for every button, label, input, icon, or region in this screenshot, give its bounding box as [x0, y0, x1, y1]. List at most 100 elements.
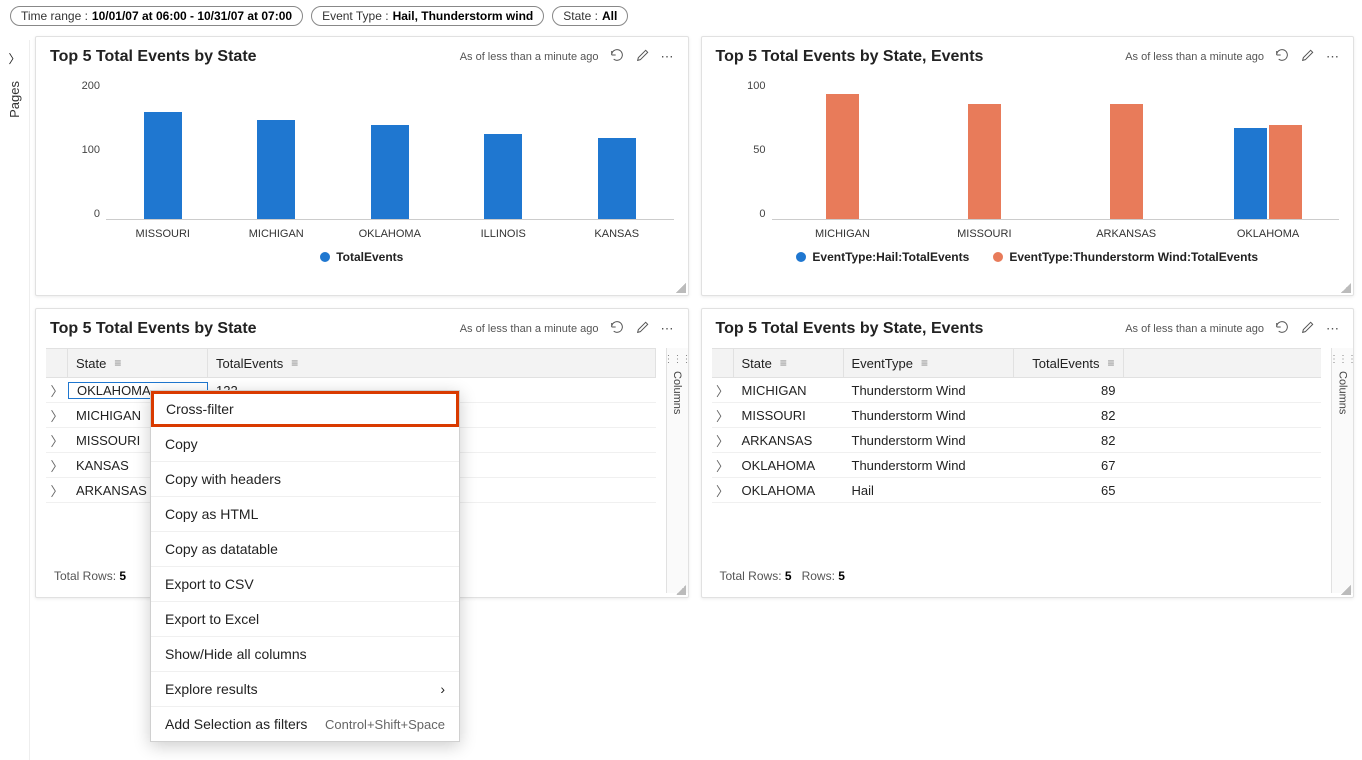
context-menu-item[interactable]: Copy as datatable	[151, 532, 459, 567]
edit-icon[interactable]	[635, 47, 651, 66]
filter-state[interactable]: State : All	[552, 6, 628, 26]
columns-strip[interactable]: ⋮⋮⋮ Columns	[1331, 348, 1353, 593]
legend-item[interactable]: TotalEvents	[320, 250, 403, 264]
bar[interactable]	[1234, 128, 1267, 219]
edit-icon[interactable]	[1300, 319, 1316, 338]
expand-icon[interactable]: 〉	[46, 381, 68, 400]
edit-icon[interactable]	[1300, 47, 1316, 66]
resize-handle[interactable]	[1341, 585, 1351, 595]
bar-group[interactable]	[807, 94, 877, 219]
xtick-label: MICHIGAN	[236, 228, 316, 240]
bar-group[interactable]	[128, 112, 198, 219]
footer-label: Total Rows:	[54, 569, 116, 583]
cell-totalevents: 89	[1014, 383, 1124, 398]
th-state[interactable]: State≡	[68, 349, 208, 377]
bar-group[interactable]	[355, 125, 425, 220]
bar-group[interactable]	[468, 134, 538, 219]
bar[interactable]	[257, 120, 295, 219]
expand-icon[interactable]: 〉	[46, 481, 68, 500]
bar-group[interactable]	[949, 104, 1019, 219]
column-menu-icon[interactable]: ≡	[114, 356, 121, 370]
more-icon[interactable]: ⋯	[1326, 49, 1339, 65]
expand-icon[interactable]: 〉	[712, 481, 734, 500]
refresh-icon[interactable]	[1274, 319, 1290, 338]
bar[interactable]	[144, 112, 182, 219]
chart-plot[interactable]	[106, 80, 674, 220]
expand-icon[interactable]: 〉	[46, 406, 68, 425]
table-row[interactable]: 〉MICHIGANThunderstorm Wind89	[712, 378, 1322, 403]
refresh-icon[interactable]	[1274, 47, 1290, 66]
bar[interactable]	[1110, 104, 1143, 219]
filter-time-range[interactable]: Time range : 10/01/07 at 06:00 - 10/31/0…	[10, 6, 303, 26]
context-menu-item[interactable]: Export to Excel	[151, 602, 459, 637]
expand-icon[interactable]: 〉	[712, 406, 734, 425]
bar[interactable]	[484, 134, 522, 219]
bar[interactable]	[826, 94, 859, 219]
legend-item[interactable]: EventType:Hail:TotalEvents	[796, 250, 969, 264]
bar[interactable]	[598, 138, 636, 219]
chart-plot[interactable]	[772, 80, 1340, 220]
ytick: 100	[736, 80, 766, 92]
filter-event-type[interactable]: Event Type : Hail, Thunderstorm wind	[311, 6, 544, 26]
xtick-label: OKLAHOMA	[350, 228, 430, 240]
expand-icon[interactable]: 〉	[46, 431, 68, 450]
table-row[interactable]: 〉MISSOURIThunderstorm Wind82	[712, 403, 1322, 428]
resize-handle[interactable]	[1341, 283, 1351, 293]
expand-icon[interactable]: 〉	[712, 431, 734, 450]
context-menu-item[interactable]: Add Selection as filtersControl+Shift+Sp…	[151, 707, 459, 741]
column-menu-icon[interactable]: ≡	[921, 356, 928, 370]
as-of-text: As of less than a minute ago	[1125, 323, 1264, 335]
context-menu-item[interactable]: Export to CSV	[151, 567, 459, 602]
th-state[interactable]: State≡	[734, 349, 844, 377]
filter-state-label: State :	[563, 9, 598, 23]
column-menu-icon[interactable]: ≡	[1107, 356, 1114, 370]
bar[interactable]	[968, 104, 1001, 219]
bar[interactable]	[371, 125, 409, 220]
expand-icon[interactable]: 〉	[712, 381, 734, 400]
th-label: TotalEvents	[216, 356, 283, 371]
more-icon[interactable]: ⋯	[661, 321, 674, 337]
resize-handle[interactable]	[676, 585, 686, 595]
th-totalevents[interactable]: TotalEvents ≡	[208, 349, 656, 377]
table-row[interactable]: 〉ARKANSASThunderstorm Wind82	[712, 428, 1322, 453]
chevron-right-icon: 〉	[8, 50, 20, 67]
more-icon[interactable]: ⋯	[661, 49, 674, 65]
columns-strip-dots-icon: ⋮⋮⋮	[1329, 354, 1356, 365]
edit-icon[interactable]	[635, 319, 651, 338]
more-icon[interactable]: ⋯	[1326, 321, 1339, 337]
xtick-label: MICHIGAN	[802, 228, 882, 240]
refresh-icon[interactable]	[609, 319, 625, 338]
bar-group[interactable]	[582, 138, 652, 219]
th-eventtype[interactable]: EventType≡	[844, 349, 1014, 377]
resize-handle[interactable]	[676, 283, 686, 293]
bar-group[interactable]	[1091, 104, 1161, 219]
context-menu-label: Export to CSV	[165, 576, 254, 592]
columns-strip[interactable]: ⋮⋮⋮ Columns	[666, 348, 688, 593]
context-menu-item[interactable]: Copy as HTML	[151, 497, 459, 532]
table-row[interactable]: 〉OKLAHOMAThunderstorm Wind67	[712, 453, 1322, 478]
context-menu-item[interactable]: Cross-filter	[151, 391, 459, 427]
pages-side-tab[interactable]: 〉 Pages	[0, 40, 30, 760]
th-totalevents[interactable]: TotalEvents≡	[1014, 349, 1124, 377]
context-menu-item[interactable]: Copy	[151, 427, 459, 462]
cell-totalevents: 82	[1014, 433, 1124, 448]
chart-xaxis: MISSOURIMICHIGANOKLAHOMAILLINOISKANSAS	[106, 228, 674, 240]
bar-group[interactable]	[1233, 125, 1303, 219]
table-wrap: State≡ EventType≡ TotalEvents≡ 〉MICHIGAN…	[702, 342, 1354, 593]
bar-group[interactable]	[241, 120, 311, 219]
context-menu-item[interactable]: Explore results›	[151, 672, 459, 707]
column-menu-icon[interactable]: ≡	[291, 356, 298, 370]
pages-label: Pages	[7, 81, 22, 118]
context-menu-item[interactable]: Show/Hide all columns	[151, 637, 459, 672]
legend-dot-icon	[993, 252, 1003, 262]
refresh-icon[interactable]	[609, 47, 625, 66]
context-menu-item[interactable]: Copy with headers	[151, 462, 459, 497]
legend-item[interactable]: EventType:Thunderstorm Wind:TotalEvents	[993, 250, 1258, 264]
table-row[interactable]: 〉OKLAHOMAHail65	[712, 478, 1322, 503]
chart-area: 100 50 0 MICHIGANMISSOURIARKANSASOKLAHOM…	[702, 70, 1354, 270]
expand-icon[interactable]: 〉	[712, 456, 734, 475]
xtick-label: ARKANSAS	[1086, 228, 1166, 240]
expand-icon[interactable]: 〉	[46, 456, 68, 475]
bar[interactable]	[1269, 125, 1302, 219]
column-menu-icon[interactable]: ≡	[780, 356, 787, 370]
